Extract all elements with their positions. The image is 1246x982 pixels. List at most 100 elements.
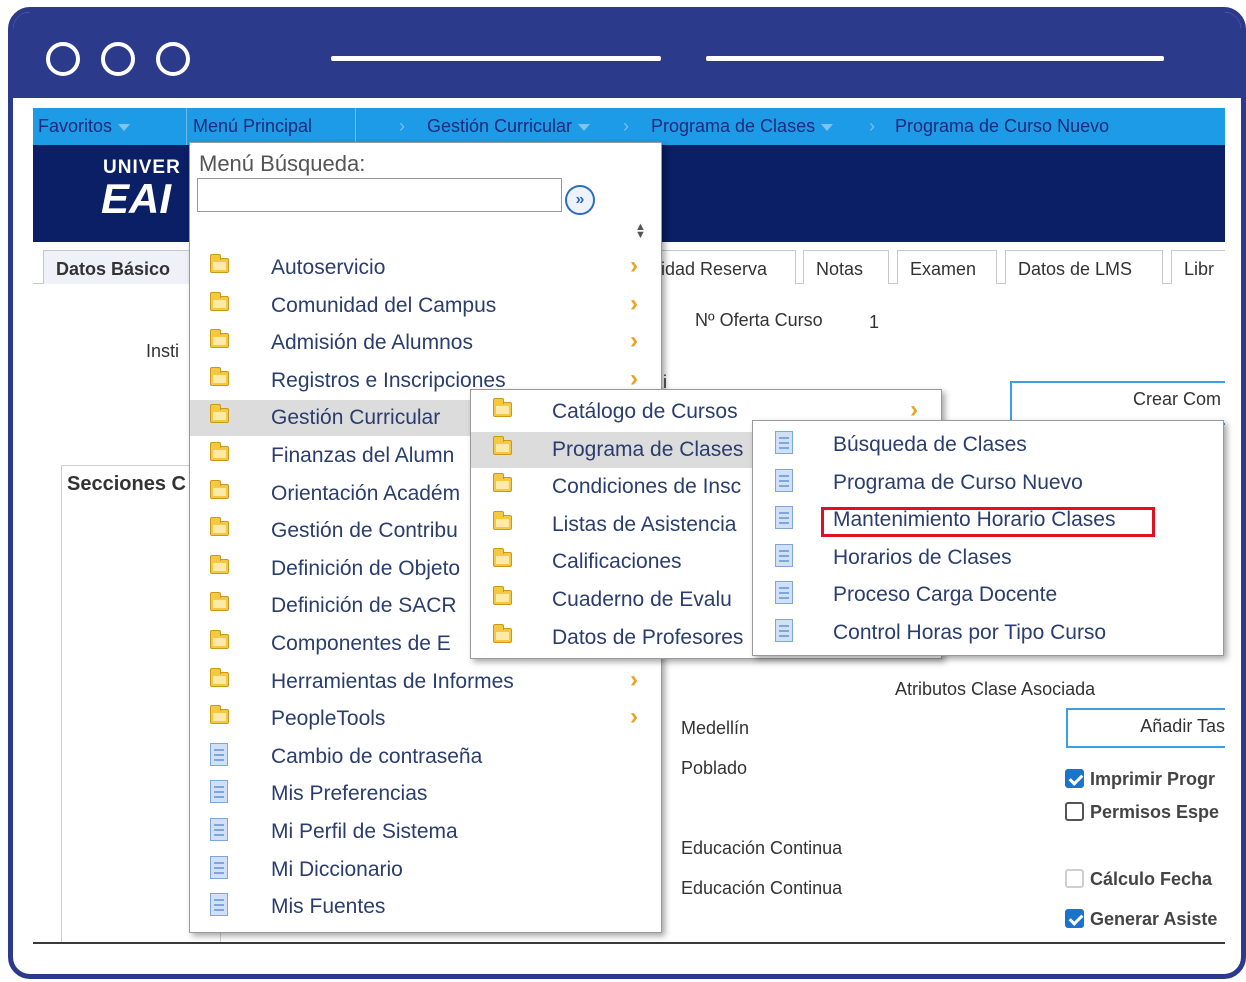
menu-item-label: Proceso Carga Docente	[833, 583, 1058, 607]
menu-item-label: Gestión de Contribu	[271, 519, 458, 543]
chevron-right-icon: ›	[630, 665, 638, 693]
tab-libro[interactable]: Libr	[1171, 250, 1225, 284]
menu-item-mi-diccionario[interactable]: Mi Diccionario	[190, 852, 661, 888]
tab-datos-basicos[interactable]: Datos Básico	[43, 250, 203, 284]
menu-item-label: Gestión Curricular	[271, 406, 441, 430]
generar-asistencia-checkbox[interactable]	[1065, 909, 1084, 928]
field-value-campus: Medellín	[681, 718, 750, 738]
secciones-heading: Secciones C	[67, 473, 186, 495]
menu-item-label: Datos de Profesores	[552, 625, 744, 649]
menu-item-comunidad-del-campus[interactable]: Comunidad del Campus ›	[190, 288, 661, 324]
atributos-clase-asociada-link[interactable]: Atributos Clase Asociada	[895, 679, 1095, 700]
menu-item-herramientas-de-informes[interactable]: Herramientas de Informes ›	[190, 664, 661, 700]
menu-item-busqueda-de-clases[interactable]: Búsqueda de Clases	[753, 427, 1223, 463]
folder-icon	[493, 548, 512, 568]
folder-icon	[210, 630, 229, 649]
menu-item-label: Comunidad del Campus	[271, 293, 497, 317]
menu-item-mis-preferencias[interactable]: Mis Preferencias	[190, 776, 661, 812]
chevron-right-icon: ›	[630, 289, 638, 317]
caret-down-icon	[578, 123, 591, 131]
field-value-componente: Educación Continua	[681, 838, 843, 858]
folder-icon	[210, 366, 229, 386]
imprimir-programa-checkbox[interactable]	[1065, 769, 1084, 788]
menu-item-label: Listas de Asistencia	[552, 512, 737, 536]
field-label-institucion: Insti	[146, 341, 180, 361]
window-dot-icon	[156, 42, 190, 76]
nav-programa-curso-nuevo[interactable]: Programa de Curso Nuevo	[895, 116, 1109, 137]
menu-item-label: Componentes de E	[271, 632, 451, 655]
caret-down-icon	[118, 123, 131, 131]
menu-item-label: Definición de SACR	[271, 594, 457, 618]
crear-componente-button[interactable]: Crear Com	[1010, 381, 1225, 425]
chevron-right-icon: ›	[399, 116, 405, 136]
menu-item-label: Programa de Clases	[552, 437, 744, 461]
page-icon	[775, 431, 793, 454]
field-label-oferta: Nº Oferta Curso	[695, 310, 823, 330]
menu-item-label: Definición de Objeto	[271, 556, 461, 580]
menu-item-label: Herramientas de Informes	[271, 669, 514, 693]
page-icon	[210, 780, 228, 804]
folder-icon	[210, 479, 229, 499]
chevron-right-icon: ›	[630, 703, 638, 731]
folder-icon	[493, 623, 512, 643]
title-bar-line	[706, 56, 1164, 61]
field-value-ubicacion: Poblado	[681, 758, 748, 778]
menu-item-mi-perfil-de-sistema[interactable]: Mi Perfil de Sistema	[190, 814, 661, 850]
menu-search-label: Menú Búsqueda:	[199, 151, 366, 176]
nav-programa-de-clases-label: Programa de Clases	[651, 116, 816, 136]
scroll-updown-icon[interactable]: ▲ ▼	[635, 222, 646, 241]
page-icon	[775, 506, 793, 530]
caret-down-icon	[821, 123, 834, 131]
folder-icon	[493, 435, 512, 455]
menu-item-peopletools[interactable]: PeopleTools ›	[190, 701, 661, 737]
window-title-bar	[13, 12, 1241, 98]
nav-gestion-curricular-label: Gestión Curricular	[427, 116, 573, 136]
folder-icon	[210, 667, 229, 687]
menu-item-control-horas-por-tipo-curso[interactable]: Control Horas por Tipo Curso	[753, 615, 1223, 651]
top-navbar: Favoritos Menú Principal › Gestión Curri…	[33, 108, 1225, 145]
menu-item-horarios-de-clases[interactable]: Horarios de Clases	[753, 540, 1223, 576]
permisos-especiales-checkbox[interactable]	[1065, 802, 1084, 821]
menu-item-label: Admisión de Alumnos	[271, 331, 473, 355]
nav-separator	[186, 108, 187, 145]
menu-item-admision-de-alumnos[interactable]: Admisión de Alumnos ›	[190, 325, 661, 361]
tab-notas[interactable]: Notas	[803, 250, 889, 284]
menu-item-proceso-carga-docente[interactable]: Proceso Carga Docente	[753, 577, 1223, 613]
menu-item-cambio-de-contrasena[interactable]: Cambio de contraseña	[190, 739, 661, 775]
menu-search-input[interactable]	[197, 178, 562, 212]
tab-examen[interactable]: Examen	[897, 250, 997, 284]
calculo-fecha-checkbox[interactable]	[1065, 869, 1084, 888]
folder-icon	[210, 442, 229, 461]
nav-programa-de-clases[interactable]: Programa de Clases	[651, 116, 834, 137]
nav-menu-principal[interactable]: Menú Principal	[193, 116, 312, 137]
menu-item-autoservicio[interactable]: Autoservicio ›	[190, 250, 661, 286]
menu-item-mis-fuentes[interactable]: Mis Fuentes	[190, 889, 661, 925]
folder-icon	[493, 398, 512, 417]
chevron-right-icon: ›	[869, 116, 875, 136]
folder-icon	[210, 705, 229, 725]
highlight-box	[821, 507, 1155, 537]
generar-asistencia-label: Generar Asiste	[1090, 909, 1218, 929]
chevron-right-icon: ›	[623, 116, 629, 136]
anadir-tasa-button[interactable]: Añadir Tas	[1066, 708, 1225, 748]
page-icon	[210, 742, 228, 766]
nav-gestion-curricular[interactable]: Gestión Curricular	[427, 116, 591, 137]
page-icon	[775, 619, 793, 642]
chevron-right-icon: ›	[630, 252, 638, 279]
page-icon	[775, 468, 793, 492]
nav-favoritos-label: Favoritos	[38, 116, 113, 136]
menu-item-label: Cuaderno de Evalu	[552, 588, 732, 611]
tab-datos-de-lms[interactable]: Datos de LMS	[1005, 250, 1163, 284]
menu-item-label: Horarios de Clases	[833, 545, 1012, 569]
menu-item-programa-de-curso-nuevo[interactable]: Programa de Curso Nuevo	[753, 465, 1223, 501]
calculo-fecha-label: Cálculo Fecha	[1090, 869, 1213, 889]
tab-disponibilidad-reserva[interactable]: idad Reserva	[648, 250, 796, 284]
folder-icon	[210, 291, 229, 311]
menu-item-label: Condiciones de Insc	[552, 475, 742, 499]
logo-text-big: EAI	[101, 175, 172, 222]
imprimir-programa-label: Imprimir Progr	[1090, 769, 1216, 789]
nav-favoritos[interactable]: Favoritos	[38, 116, 131, 137]
search-go-icon[interactable]: »	[565, 185, 595, 215]
menu-item-label: Orientación Académ	[271, 481, 461, 505]
folder-icon	[210, 592, 229, 612]
